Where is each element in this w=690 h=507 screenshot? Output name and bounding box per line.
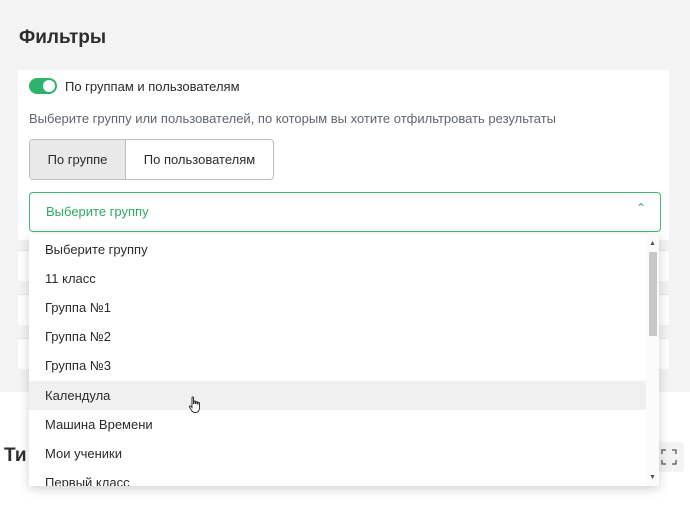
groups-toggle[interactable] [29, 78, 57, 94]
groups-toggle-row: По группам и пользователям [29, 77, 240, 95]
dropdown-option[interactable]: Машина Времени [29, 410, 646, 439]
scroll-down-arrow-icon[interactable]: ▼ [646, 471, 659, 483]
section-title: Ти [4, 445, 27, 466]
dropdown-scrollbar[interactable]: ▲ ▼ [646, 234, 659, 486]
dropdown-option[interactable]: Выберите группу [29, 235, 646, 264]
dropdown-option[interactable]: Группа №3 [29, 351, 646, 380]
dropdown-option-hovered[interactable]: Календула [29, 381, 646, 410]
tab-by-users[interactable]: По пользователям [126, 140, 273, 179]
hand-pointer-cursor-icon [188, 396, 200, 413]
dropdown-option[interactable]: Мои ученики [29, 439, 646, 468]
dropdown-option[interactable]: Первый класс [29, 468, 646, 486]
group-dropdown-list: Выберите группу 11 класс Группа №1 Групп… [29, 234, 659, 486]
group-select[interactable]: Выберите группу ⌃ [29, 192, 661, 232]
fullscreen-icon [661, 449, 677, 465]
toggle-label: По группам и пользователям [65, 78, 240, 94]
filters-title: Фильтры [19, 27, 107, 48]
scrollbar-thumb[interactable] [649, 252, 657, 336]
group-select-value: Выберите группу [46, 204, 149, 219]
filter-hint: Выберите группу или пользователей, по ко… [29, 111, 557, 126]
filter-mode-segmented-control: По группе По пользователям [29, 139, 274, 180]
tab-by-group[interactable]: По группе [30, 140, 126, 179]
dropdown-option[interactable]: Группа №2 [29, 322, 646, 351]
scroll-up-arrow-icon[interactable]: ▲ [646, 237, 659, 249]
chevron-up-icon: ⌃ [635, 201, 646, 215]
dropdown-option[interactable]: Группа №1 [29, 293, 646, 322]
toggle-knob [43, 80, 55, 92]
dropdown-option[interactable]: 11 класс [29, 264, 646, 293]
